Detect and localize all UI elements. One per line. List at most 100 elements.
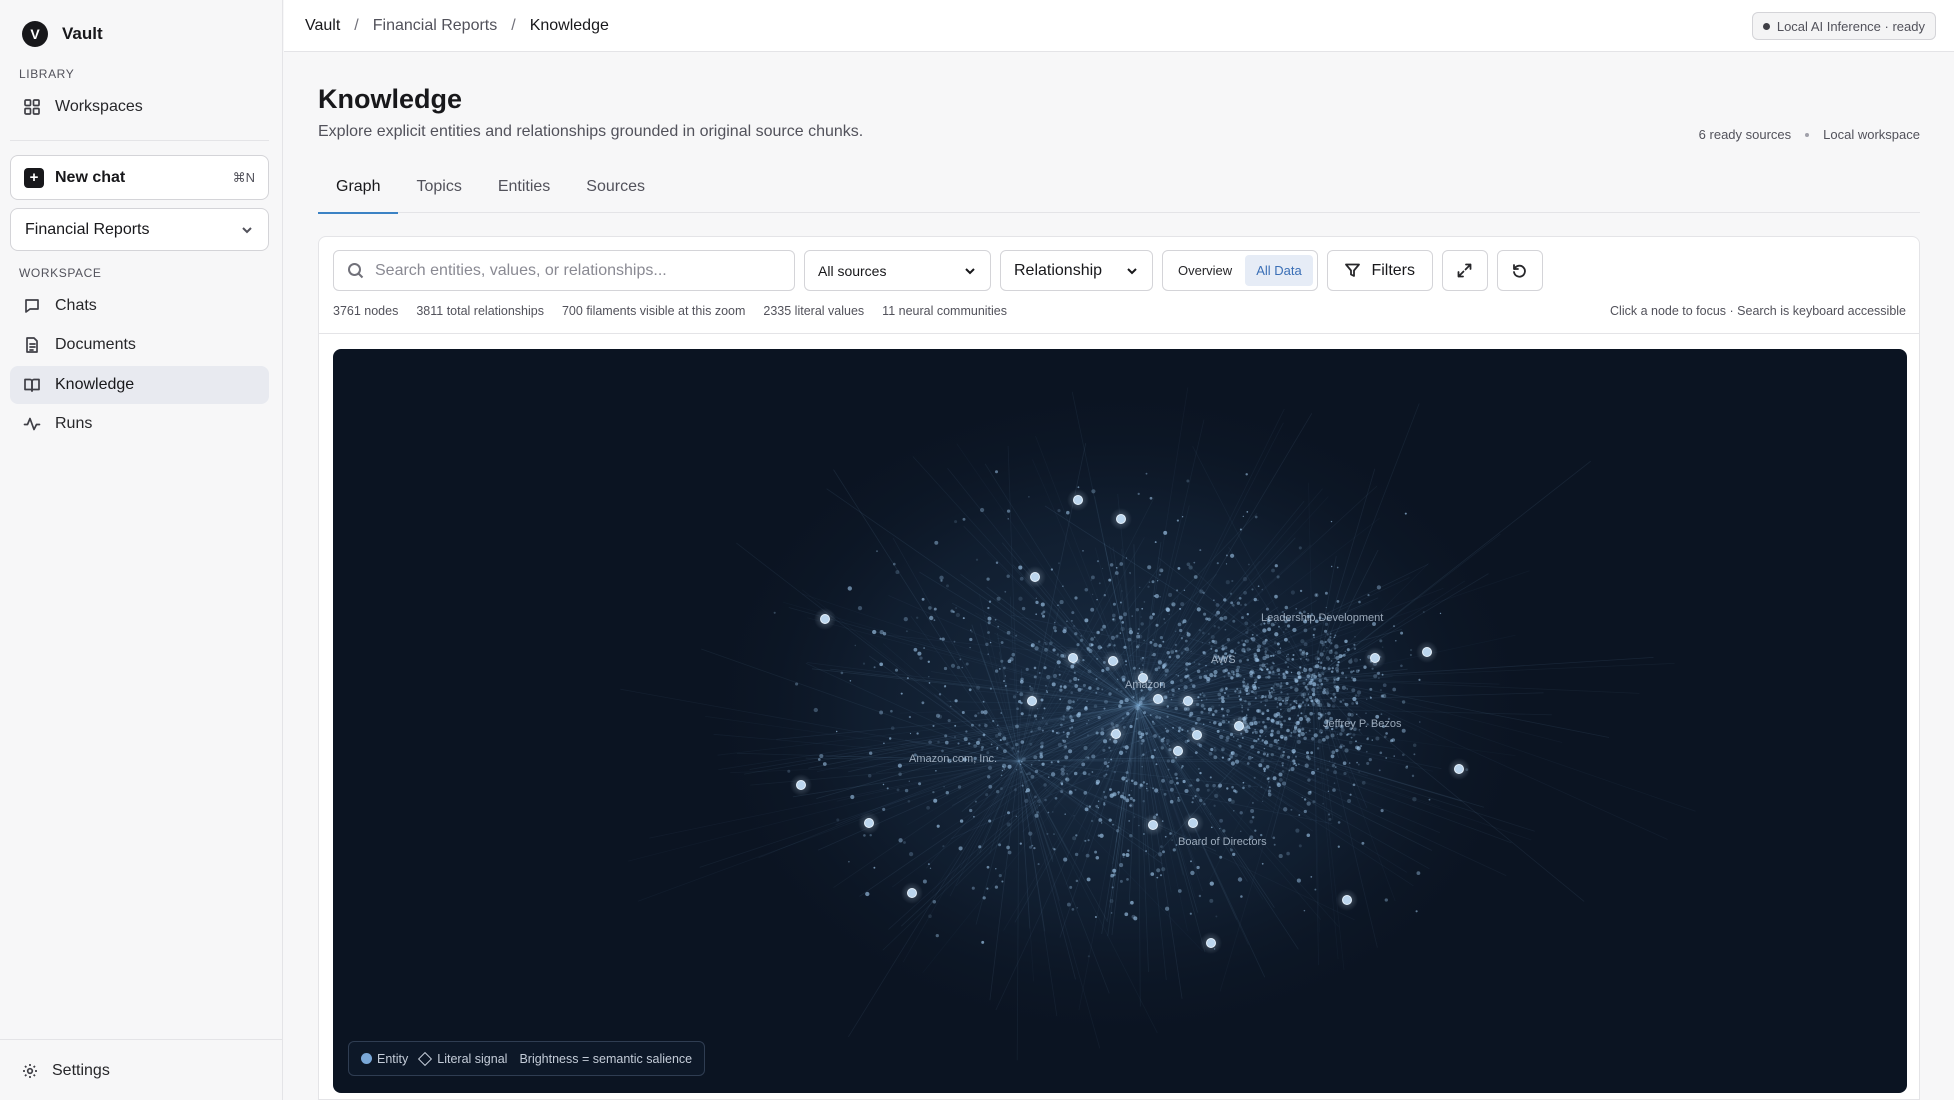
tab-sources[interactable]: Sources [568,170,663,213]
graph-literal-node [1013,788,1018,792]
graph-label-jeffrey-p-bezos[interactable]: Jeffrey P. Bezos [1323,718,1402,730]
graph-entity-node[interactable] [1027,696,1037,706]
tab-graph[interactable]: Graph [318,170,399,214]
graph-literal-node [1270,690,1274,694]
brand[interactable]: V Vault [22,21,103,47]
tab-entities[interactable]: Entities [480,170,568,213]
graph-literal-node [957,785,962,789]
graph-label-board-of-directors[interactable]: Board of Directors [1178,836,1267,848]
graph-literal-node [1111,792,1116,797]
graph-literal-node [1030,730,1034,733]
graph-literal-node [1186,562,1191,567]
sidebar-item-knowledge[interactable]: Knowledge [10,366,269,404]
breadcrumb-financial-reports[interactable]: Financial Reports [373,17,498,35]
relationship-mode-select[interactable]: Relationship [1000,250,1153,291]
view-overview-button[interactable]: Overview [1167,255,1243,286]
sidebar-item-chats[interactable]: Chats [10,287,269,325]
graph-entity-node[interactable] [1234,721,1244,731]
graph-literal-node [1306,833,1311,837]
graph-entity-node[interactable] [1183,696,1193,706]
node-count: 3761 nodes [333,304,399,318]
sidebar-item-documents[interactable]: Documents [10,326,269,364]
graph-literal-node [986,865,990,869]
graph-entity-node[interactable] [1153,694,1163,704]
graph-literal-node [982,700,985,703]
graph-literal-node [1301,671,1303,674]
graph-entity-node[interactable] [1030,572,1040,582]
graph-entity-node[interactable] [1116,514,1126,524]
graph-literal-node [981,745,984,749]
graph-entity-node[interactable] [796,780,806,790]
settings-button[interactable]: Settings [22,1062,110,1080]
graph-literal-node [1201,692,1204,694]
graph-literal-node [1196,669,1201,674]
graph-literal-node [882,807,886,811]
graph-entity-node[interactable] [1370,653,1380,663]
graph-literal-node [1153,642,1158,648]
sources-select[interactable]: All sources [804,250,991,291]
graph-entity-node[interactable] [1173,746,1183,756]
graph-literal-node [1413,753,1416,756]
graph-literal-node [1262,628,1267,633]
graph-entity-node[interactable] [1206,938,1216,948]
sidebar-item-workspaces[interactable]: Workspaces [10,88,269,126]
graph-entity-node[interactable] [1068,653,1078,663]
graph-literal-node [1124,697,1129,703]
graph-entity-node[interactable] [1422,647,1432,657]
graph-label-aws[interactable]: AWS [1211,654,1236,666]
search-box[interactable] [333,250,795,291]
expand-button[interactable] [1441,250,1488,291]
graph-literal-node [1404,512,1407,515]
reset-view-button[interactable] [1496,250,1543,291]
graph-literal-node [1236,665,1241,670]
graph-literal-node [1114,635,1119,639]
graph-literal-node [907,799,911,803]
view-all-data-button[interactable]: All Data [1245,255,1313,286]
graph-label-amazon[interactable]: Amazon [1125,679,1165,691]
graph-entity-node[interactable] [1073,495,1083,505]
graph-svg[interactable]: Leadership Development AWS Amazon Amazon… [333,349,1907,1093]
graph-entity-node[interactable] [1188,818,1198,828]
graph-literal-node [1282,672,1286,676]
filters-button[interactable]: Filters [1326,250,1433,291]
graph-entity-node[interactable] [1454,764,1464,774]
graph-entity-node[interactable] [1342,895,1352,905]
graph-literal-node [1231,579,1234,583]
graph-entity-node[interactable] [907,888,917,898]
graph-literal-node [1068,790,1072,793]
sidebar-item-runs[interactable]: Runs [10,405,269,443]
graph-label-amazon-com-inc[interactable]: Amazon.com, Inc. [909,753,997,765]
graph-entity-node[interactable] [1148,820,1158,830]
graph-label-leadership-development[interactable]: Leadership Development [1261,612,1383,624]
graph-literal-node [1250,637,1253,640]
graph-literal-node [1247,784,1251,788]
graph-literal-node [1271,671,1275,675]
graph-literal-node [1143,833,1145,835]
new-chat-button[interactable]: + New chat ⌘N [10,155,269,200]
graph-literal-node [1012,695,1017,699]
workspace-select[interactable]: Financial Reports [10,208,269,251]
graph-literal-node [1325,735,1330,740]
graph-literal-node [1210,645,1213,648]
graph-literal-node [1029,685,1031,688]
graph-literal-node [898,772,902,776]
graph-literal-node [1118,615,1123,620]
search-input[interactable] [375,261,775,280]
graph-literal-node [1006,630,1011,635]
graph-literal-node [1342,699,1345,702]
knowledge-graph-canvas[interactable]: Leadership Development AWS Amazon Amazon… [333,349,1907,1093]
graph-entity-node[interactable] [820,614,830,624]
breadcrumb-vault[interactable]: Vault [305,17,340,35]
graph-literal-node [961,711,965,714]
graph-literal-node [1306,674,1311,679]
graph-entity-node[interactable] [1108,656,1118,666]
graph-entity-node[interactable] [1111,729,1121,739]
graph-literal-node [1190,870,1195,876]
graph-literal-node [1264,695,1267,699]
graph-literal-node [1188,714,1192,718]
graph-entity-node[interactable] [1192,730,1202,740]
graph-literal-node [1232,852,1236,857]
tab-topics[interactable]: Topics [398,170,479,213]
graph-literal-node [1203,707,1206,710]
graph-entity-node[interactable] [864,818,874,828]
